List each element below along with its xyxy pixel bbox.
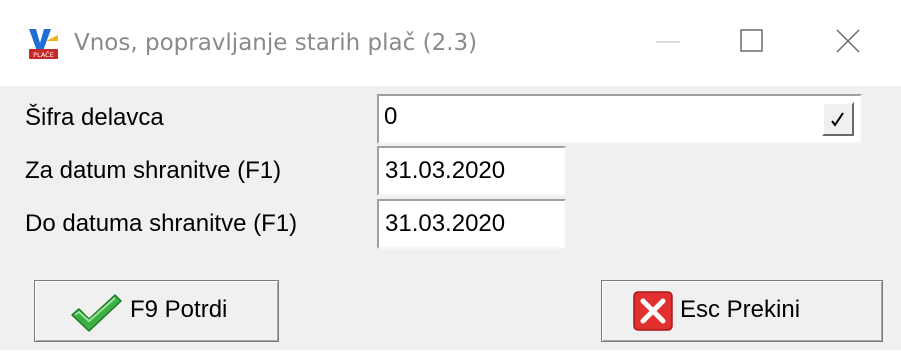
employee-code-label: Šifra delavca — [25, 104, 164, 131]
dialog-window: PLAČE Vnos, popravljanje starih plač (2.… — [0, 0, 901, 356]
employee-code-combobox[interactable]: 0 — [377, 94, 862, 144]
close-button[interactable] — [818, 20, 878, 64]
employee-code-value: 0 — [384, 103, 398, 130]
window-title: Vnos, popravljanje starih plač (2.3) — [74, 30, 478, 56]
window-bottom-edge — [0, 350, 901, 356]
maximize-button[interactable] — [722, 20, 782, 64]
dropdown-check-icon — [831, 112, 844, 127]
confirm-button[interactable]: F9 Potrdi — [34, 280, 279, 342]
app-icon: PLAČE — [29, 29, 58, 59]
date-from-input[interactable]: 31.03.2020 — [377, 146, 566, 196]
close-icon — [836, 29, 860, 53]
button-bar: F9 Potrdi Esc Prekini — [0, 272, 901, 356]
red-x-icon — [633, 291, 673, 331]
maximize-icon — [740, 29, 763, 52]
minimize-button[interactable] — [638, 20, 698, 64]
employee-code-dropdown-button[interactable] — [822, 102, 854, 136]
cancel-button[interactable]: Esc Prekini — [601, 280, 883, 342]
confirm-button-label: F9 Potrdi — [130, 296, 228, 323]
date-from-label: Za datum shranitve (F1) — [25, 157, 282, 184]
minimize-icon — [656, 41, 680, 43]
date-to-label: Do datuma shranitve (F1) — [25, 210, 298, 237]
app-icon-text: PLAČE — [33, 50, 54, 59]
date-to-input[interactable]: 31.03.2020 — [377, 199, 566, 249]
green-checkmark-icon — [71, 294, 122, 332]
cancel-button-label: Esc Prekini — [680, 296, 801, 323]
title-bar[interactable]: PLAČE Vnos, popravljanje starih plač (2.… — [0, 0, 901, 86]
